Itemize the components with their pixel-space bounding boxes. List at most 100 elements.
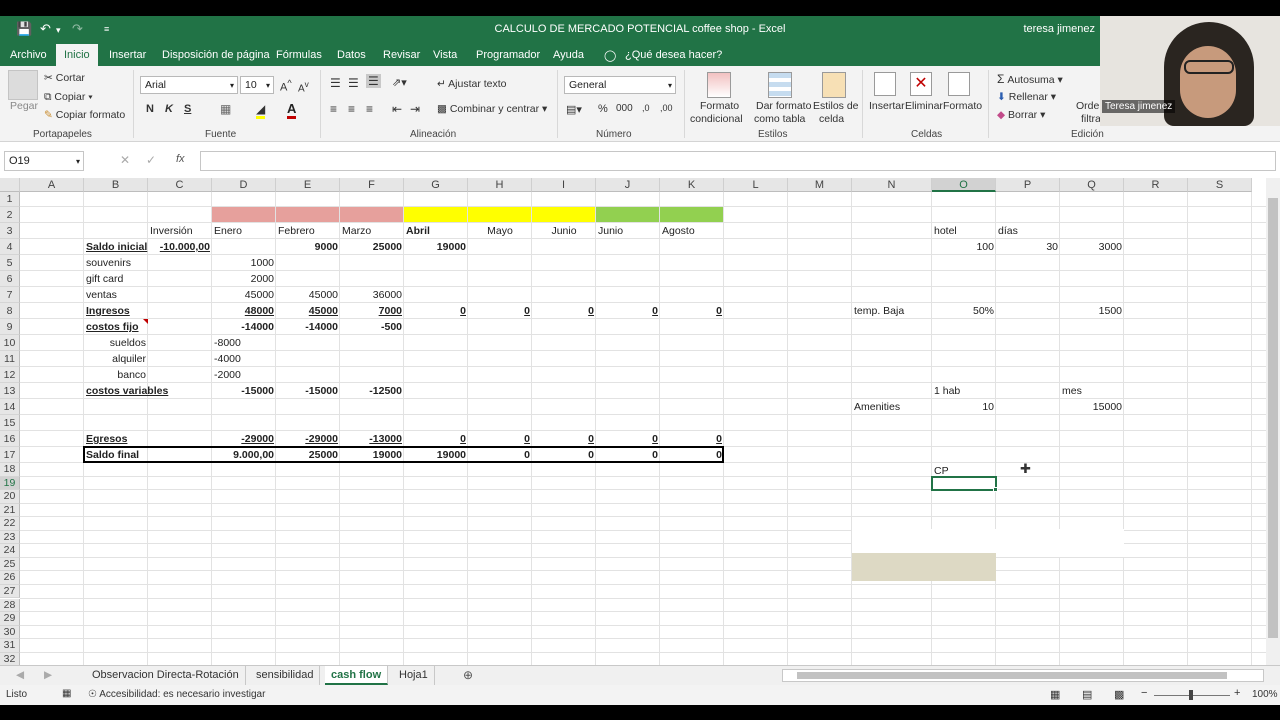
- prev-sheet-icon[interactable]: ◀: [16, 669, 24, 681]
- add-sheet-icon[interactable]: ⊕: [463, 668, 473, 682]
- cell-b16[interactable]: Egresos: [84, 431, 148, 447]
- cell-d5[interactable]: 1000: [212, 255, 276, 271]
- column-header-h[interactable]: H: [468, 178, 532, 192]
- column-header-q[interactable]: Q: [1060, 178, 1124, 192]
- orientation-icon[interactable]: ⇗▾: [392, 76, 407, 89]
- row-header-25[interactable]: 25: [0, 557, 20, 572]
- format-painter-button[interactable]: ✎ Copiar formato: [44, 109, 125, 121]
- format-table-icon[interactable]: [768, 72, 792, 98]
- cell-i3[interactable]: Junio: [532, 223, 596, 239]
- cell-d8[interactable]: 48000: [212, 303, 276, 319]
- row-header-6[interactable]: 6: [0, 271, 20, 287]
- name-box[interactable]: O19 ▾: [4, 151, 84, 171]
- align-right-icon[interactable]: ≡: [366, 102, 373, 116]
- tab-insertar[interactable]: Insertar: [109, 49, 146, 61]
- paste-button[interactable]: Pegar: [10, 100, 38, 112]
- grow-font-icon[interactable]: A^: [280, 78, 292, 94]
- sheet-tab-hoja1[interactable]: Hoja1: [393, 666, 435, 685]
- enter-icon[interactable]: ✓: [146, 153, 156, 167]
- conditional-format-line2[interactable]: condicional: [690, 113, 743, 125]
- cell-d16[interactable]: -29000: [212, 431, 276, 447]
- row-header-2[interactable]: 2: [0, 207, 20, 223]
- cell-b10[interactable]: sueldos: [84, 335, 148, 351]
- row-header-22[interactable]: 22: [0, 517, 20, 531]
- cell-c3[interactable]: Inversión: [148, 223, 212, 239]
- bold-button[interactable]: N: [146, 103, 154, 115]
- column-header-s[interactable]: S: [1188, 178, 1252, 192]
- cell-d6[interactable]: 2000: [212, 271, 276, 287]
- row-header-28[interactable]: 28: [0, 598, 20, 613]
- cell-d13[interactable]: -15000: [212, 383, 276, 399]
- align-left-icon[interactable]: ≡: [330, 102, 337, 116]
- format-table-line2[interactable]: como tabla: [754, 113, 805, 125]
- row-header-30[interactable]: 30: [0, 625, 20, 640]
- next-sheet-icon[interactable]: ▶: [44, 669, 52, 681]
- user-name[interactable]: teresa jimenez: [1023, 23, 1095, 35]
- column-header-c[interactable]: C: [148, 178, 212, 192]
- cell-e9[interactable]: -14000: [276, 319, 340, 335]
- cell-p3[interactable]: días: [996, 223, 1060, 239]
- worksheet-grid[interactable]: A B C D E F G H I J K L M N O P Q R S 1 2 3 4 5 6 7 8 9 10 11 12 13 14 15…: [0, 178, 1266, 665]
- cell-k8[interactable]: 0: [660, 303, 724, 319]
- format-cells-icon[interactable]: [948, 72, 970, 96]
- tab-datos[interactable]: Datos: [337, 49, 366, 61]
- horizontal-scrollbar[interactable]: [782, 669, 1264, 682]
- column-header-r[interactable]: R: [1124, 178, 1188, 192]
- sheet-tab-sensibilidad[interactable]: sensibilidad: [250, 666, 321, 685]
- horizontal-scroll-thumb[interactable]: [797, 672, 1227, 679]
- cell-e4[interactable]: 9000: [276, 239, 340, 255]
- shrink-font-icon[interactable]: Av: [298, 79, 309, 94]
- cell-e7[interactable]: 45000: [276, 287, 340, 303]
- cell-q14[interactable]: 15000: [1060, 399, 1124, 415]
- insert-cells-icon[interactable]: [874, 72, 896, 96]
- currency-icon[interactable]: ▤▾: [566, 103, 582, 116]
- tab-revisar[interactable]: Revisar: [383, 49, 420, 61]
- row-header-9[interactable]: 9: [0, 319, 20, 335]
- cell-d10[interactable]: -8000: [212, 335, 276, 351]
- row-header-27[interactable]: 27: [0, 584, 20, 599]
- row-header-13[interactable]: 13: [0, 383, 20, 399]
- row-header-3[interactable]: 3: [0, 223, 20, 239]
- normal-view-icon[interactable]: ▦: [1050, 688, 1060, 701]
- align-bottom-icon[interactable]: ☰: [366, 74, 381, 88]
- row-header-4[interactable]: 4: [0, 239, 20, 255]
- row-header-24[interactable]: 24: [0, 544, 20, 558]
- cell-b7[interactable]: ventas: [84, 287, 148, 303]
- cell-d9[interactable]: -14000: [212, 319, 276, 335]
- page-break-icon[interactable]: ▩: [1114, 688, 1124, 701]
- cell-j16[interactable]: 0: [596, 431, 660, 447]
- cell-g16[interactable]: 0: [404, 431, 468, 447]
- column-header-m[interactable]: M: [788, 178, 852, 192]
- italic-button[interactable]: K: [165, 103, 173, 115]
- fill-color-icon[interactable]: ◢: [256, 102, 266, 119]
- number-format-select[interactable]: General ▾: [564, 76, 676, 94]
- cell-d11[interactable]: -4000: [212, 351, 276, 367]
- zoom-in-icon[interactable]: +: [1234, 687, 1240, 699]
- cell-n8[interactable]: temp. Baja: [852, 303, 932, 319]
- cell-o14[interactable]: 10: [932, 399, 996, 415]
- selected-cell-outline[interactable]: [931, 475, 997, 492]
- tab-programador[interactable]: Programador: [476, 49, 540, 61]
- column-header-b[interactable]: B: [84, 178, 148, 192]
- cell-styles-line2[interactable]: celda: [819, 113, 844, 125]
- decrease-decimal-icon[interactable]: ,00: [660, 103, 673, 113]
- row-header-19[interactable]: 19: [0, 476, 20, 491]
- column-header-a[interactable]: A: [20, 178, 84, 192]
- cell-i16[interactable]: 0: [532, 431, 596, 447]
- tab-vista[interactable]: Vista: [433, 49, 457, 61]
- cell-f7[interactable]: 36000: [340, 287, 404, 303]
- cell-styles-line1[interactable]: Estilos de: [813, 100, 859, 112]
- column-header-e[interactable]: E: [276, 178, 340, 192]
- select-all-corner[interactable]: [0, 178, 20, 192]
- cell-b6[interactable]: gift card: [84, 271, 148, 287]
- row-header-20[interactable]: 20: [0, 490, 20, 504]
- fill-handle[interactable]: [993, 487, 998, 493]
- row-header-31[interactable]: 31: [0, 639, 20, 653]
- cell-q4[interactable]: 3000: [1060, 239, 1124, 255]
- cell-o13[interactable]: 1 hab: [932, 383, 996, 399]
- cell-f13[interactable]: -12500: [340, 383, 404, 399]
- cell-i8[interactable]: 0: [532, 303, 596, 319]
- row-header-10[interactable]: 10: [0, 335, 20, 351]
- cell-k16[interactable]: 0: [660, 431, 724, 447]
- row-header-32[interactable]: 32: [0, 652, 20, 665]
